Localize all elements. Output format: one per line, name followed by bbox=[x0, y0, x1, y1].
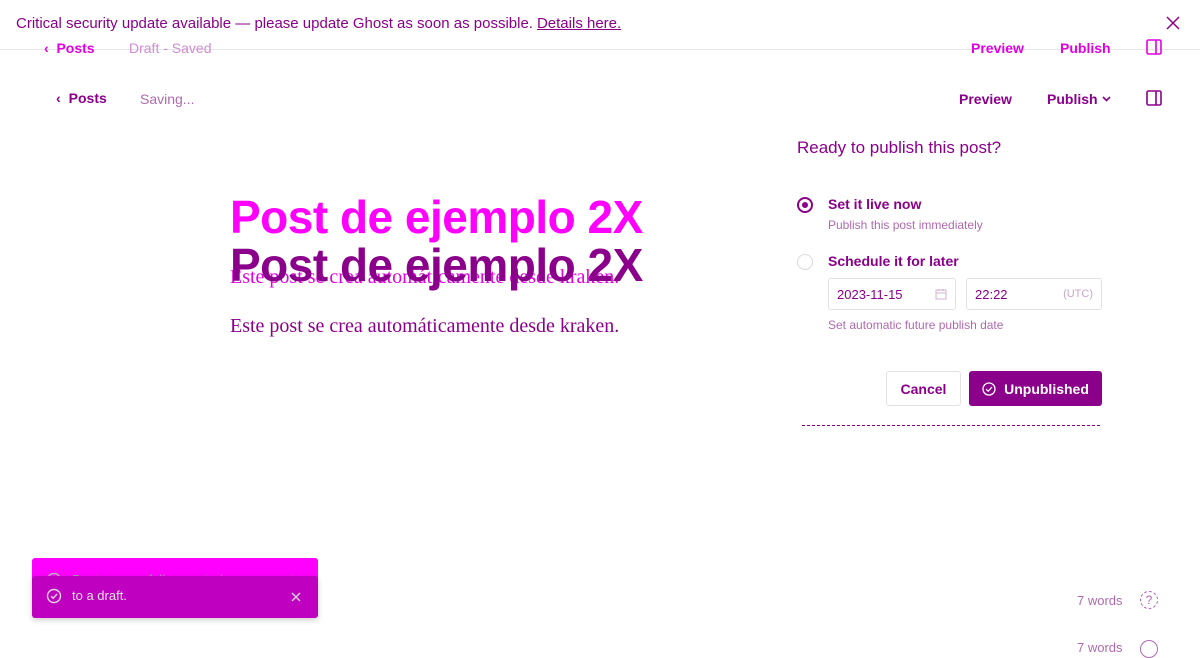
close-icon[interactable] bbox=[1164, 14, 1182, 32]
post-status: Saving... bbox=[140, 91, 195, 107]
date-input[interactable] bbox=[837, 287, 927, 302]
time-field[interactable]: (UTC) bbox=[966, 278, 1102, 310]
check-circle-icon bbox=[982, 381, 996, 396]
post-title[interactable]: Post de ejemplo 2X bbox=[230, 238, 643, 292]
chevron-down-icon bbox=[1101, 96, 1111, 102]
check-circle-icon bbox=[46, 588, 62, 604]
banner-message: Critical security update available — ple… bbox=[16, 15, 533, 32]
toast-notification: to a draft. bbox=[32, 576, 318, 618]
banner-message-row: Critical security update available — ple… bbox=[16, 15, 621, 32]
option-title: Set it live now bbox=[828, 196, 922, 212]
post-body[interactable]: Este post se crea automáticamente desde … bbox=[230, 315, 619, 338]
time-input[interactable] bbox=[975, 287, 1035, 302]
post-title-ghost: Post de ejemplo 2X bbox=[230, 191, 643, 243]
sidebar-toggle-icon[interactable] bbox=[1146, 90, 1162, 106]
date-field[interactable] bbox=[828, 278, 956, 310]
option-description: Publish this post immediately bbox=[828, 218, 983, 232]
back-label: Posts bbox=[68, 90, 107, 106]
word-count: 7 words bbox=[1077, 593, 1123, 608]
back-to-posts-link[interactable]: ‹ Posts bbox=[56, 90, 107, 106]
banner-details-link[interactable]: Details here. bbox=[537, 15, 621, 32]
close-icon[interactable] bbox=[290, 591, 302, 603]
unpublished-button[interactable]: Unpublished bbox=[969, 371, 1102, 406]
radio-publish-now[interactable] bbox=[797, 197, 813, 213]
publish-menu-heading: Ready to publish this post? bbox=[797, 138, 1002, 157]
timezone-label: (UTC) bbox=[1063, 288, 1093, 300]
menu-divider bbox=[802, 425, 1100, 426]
preview-button[interactable]: Preview bbox=[959, 91, 1012, 107]
help-icon bbox=[1140, 640, 1158, 658]
help-icon[interactable]: ? bbox=[1140, 591, 1158, 609]
option-title: Schedule it for later bbox=[828, 253, 959, 269]
publish-label: Publish bbox=[1047, 91, 1098, 107]
update-banner: Critical security update available — ple… bbox=[0, 0, 1200, 50]
publish-menu: Ready to publish this post? Set it live … bbox=[797, 138, 1102, 426]
unpublished-label: Unpublished bbox=[1004, 380, 1089, 397]
option-description: Set automatic future publish date bbox=[828, 318, 1004, 332]
chevron-left-icon: ‹ bbox=[56, 90, 61, 106]
editor-nav: ‹ Posts Saving... Preview Publish bbox=[0, 84, 1200, 114]
publish-menu-trigger[interactable]: Publish bbox=[1047, 91, 1111, 107]
radio-schedule-later[interactable] bbox=[797, 254, 813, 270]
calendar-icon bbox=[935, 289, 947, 300]
toast-message: to a draft. bbox=[72, 588, 127, 603]
cancel-button[interactable]: Cancel bbox=[886, 371, 961, 406]
